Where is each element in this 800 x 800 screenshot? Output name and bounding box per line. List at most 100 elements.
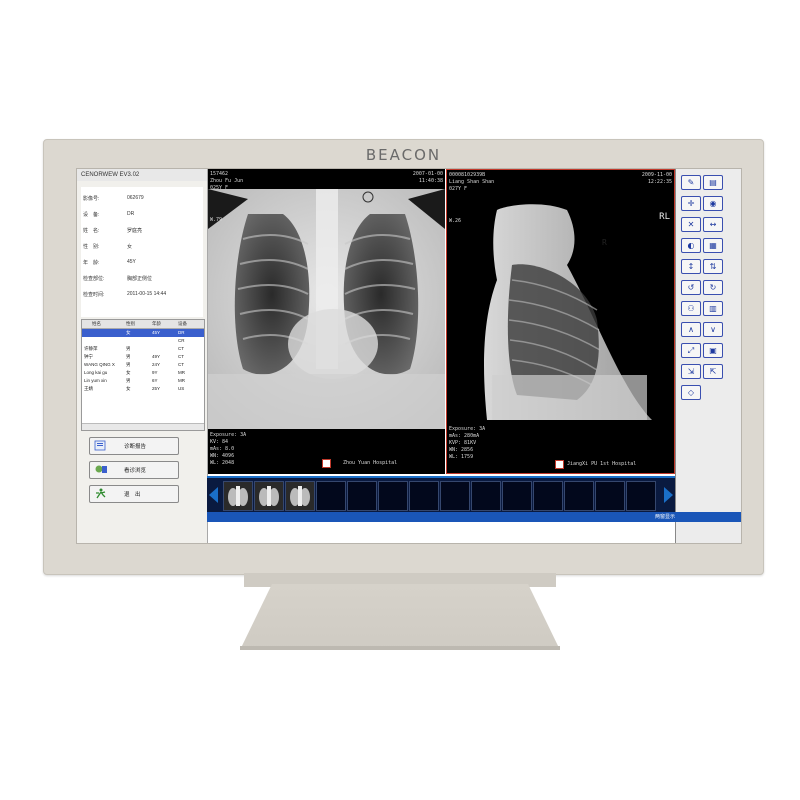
rotate-right-icon[interactable]: ↻ xyxy=(703,280,723,295)
export-icon[interactable]: ⇱ xyxy=(703,364,723,379)
thumbnail-empty[interactable] xyxy=(626,481,656,511)
thumbnail-empty[interactable] xyxy=(564,481,594,511)
table-cell: 男 xyxy=(126,354,131,359)
arrow-up-icon[interactable]: ∧ xyxy=(681,322,701,337)
list-scrollbar[interactable] xyxy=(82,423,204,430)
import-icon[interactable]: ⇲ xyxy=(681,364,701,379)
table-cell: CR xyxy=(178,338,185,343)
info-value: 2011-00-15 14:44 xyxy=(127,291,167,297)
thumbnail-empty[interactable] xyxy=(471,481,501,511)
viewer-lateral[interactable]: 00008102939B Liang Shan Shan 027Y F 2009… xyxy=(446,169,675,474)
exit-button[interactable]: 退 出 xyxy=(89,485,179,503)
table-cell: 男 xyxy=(126,362,131,367)
viewer2-kvp: KVP: 81KV xyxy=(449,440,477,446)
person-icon[interactable]: ⚇ xyxy=(681,301,701,316)
table-cell: Long kai gu xyxy=(84,370,108,375)
viewer1-marker-icon[interactable] xyxy=(322,459,331,468)
thumbnail-xray xyxy=(255,482,283,510)
thumbnail-empty[interactable] xyxy=(440,481,470,511)
col-name[interactable]: 姓名 xyxy=(92,321,101,327)
thumbnail[interactable] xyxy=(285,481,315,511)
strip-prev-icon[interactable] xyxy=(209,487,218,503)
table-row[interactable]: CR xyxy=(82,337,204,345)
monitor-bezel: BEACON CENORWEW ЕV3.02 影像号: 062679 设 备: DR 姓… xyxy=(43,139,764,575)
table-cell: 男 xyxy=(126,346,131,351)
crosshair-icon[interactable]: ✛ xyxy=(681,196,701,211)
viewer2-marker-icon[interactable] xyxy=(555,460,564,469)
status-bar: 两窗显示 xyxy=(207,512,741,522)
table-row[interactable]: 许静萍 男 CT xyxy=(82,345,204,353)
flip-vertical-icon[interactable]: ⇅ xyxy=(703,259,723,274)
annotation-icon[interactable]: ⤢ xyxy=(681,343,701,358)
table-cell: WANG QING X xyxy=(84,362,115,367)
save-icon[interactable]: ▤ xyxy=(703,175,723,190)
table-row[interactable]: 王婧 女 25Y US xyxy=(82,385,204,393)
magnify-icon[interactable]: ✕ xyxy=(681,217,701,232)
col-sex[interactable]: 性别 xyxy=(126,321,135,327)
viewer1-mas: mAs: 8.0 xyxy=(210,446,235,452)
viewer2-id: 00008102939B xyxy=(449,172,486,178)
report-icon[interactable]: ✎ xyxy=(681,175,701,190)
layout-status[interactable]: 两窗显示 xyxy=(655,513,675,520)
table-row[interactable]: 女 45Y DR xyxy=(82,329,204,337)
patient-info-row: 检查部位: 胸部正侧位 xyxy=(81,275,203,285)
thumbnail[interactable] xyxy=(254,481,284,511)
info-label: 姓 名: xyxy=(83,228,100,234)
print-icon[interactable]: ▣ xyxy=(703,343,723,358)
patient-info-row: 年 龄: 45Y xyxy=(81,259,203,269)
strip-next-icon[interactable] xyxy=(664,487,673,503)
table-cell: Lin yum xin xyxy=(84,378,107,383)
col-device[interactable]: 设备 xyxy=(178,321,187,327)
viewer2-name: Liang Shan Shan xyxy=(449,179,495,185)
thumbnail[interactable] xyxy=(223,481,253,511)
table-cell: 许静萍 xyxy=(84,346,98,351)
stand-base-edge xyxy=(240,646,560,650)
rotate-left-icon[interactable]: ↺ xyxy=(681,280,701,295)
table-row[interactable]: Lin yum xin 男 6Y MR xyxy=(82,377,204,385)
viewer-frontal[interactable]: 157462 Zhou Fu Jun 025Y F 2007-01-00 11:… xyxy=(208,169,445,474)
table-cell: 女 xyxy=(126,386,131,391)
table-cell: 女 xyxy=(126,370,131,375)
eraser-icon[interactable]: ◇ xyxy=(681,385,701,400)
contrast-icon[interactable]: ◐ xyxy=(681,238,701,253)
info-label: 检查部位: xyxy=(83,276,105,282)
viewer2-wn: WN: 2856 xyxy=(449,447,474,453)
thumbnail-empty[interactable] xyxy=(502,481,532,511)
layout-icon[interactable]: ▥ xyxy=(703,301,723,316)
viewer1-id: 157462 xyxy=(210,171,229,177)
grid-icon[interactable]: ▦ xyxy=(703,238,723,253)
thumbnail-empty[interactable] xyxy=(409,481,439,511)
col-age[interactable]: 年龄 xyxy=(152,321,161,327)
document-icon xyxy=(94,440,106,451)
thumbnail-xray xyxy=(224,482,252,510)
patient-list[interactable]: 姓名 性别 年龄 设备 女 45Y DR CR 许静萍男 CT 钟宁男 49Y CT WANG Q… xyxy=(81,319,205,431)
screen: CENORWEW ЕV3.02 影像号: 062679 设 备: DR 姓 名: 罗庭亮性… xyxy=(76,168,742,544)
table-row[interactable]: Long kai gu 女 9Y MR xyxy=(82,369,204,377)
thumbnail-empty[interactable] xyxy=(347,481,377,511)
info-value: 062679 xyxy=(127,195,144,201)
viewer-icon xyxy=(95,465,107,473)
stand-base xyxy=(240,584,560,650)
target-icon[interactable]: ◉ xyxy=(703,196,723,211)
viewer2-hospital: JiangXi PU 1st Hospital xyxy=(567,461,637,467)
view-report-button[interactable]: 看诊浏览 xyxy=(89,461,179,479)
thumbnail-empty[interactable] xyxy=(316,481,346,511)
table-cell: 49Y xyxy=(152,354,161,359)
table-row[interactable]: WANG QING X 男 24Y CT xyxy=(82,361,204,369)
table-cell: 9Y xyxy=(152,370,158,375)
table-cell: 男 xyxy=(126,378,131,383)
thumbnail-empty[interactable] xyxy=(533,481,563,511)
measure-icon[interactable]: ↔ xyxy=(703,217,723,232)
table-cell: MR xyxy=(178,378,185,383)
flip-horizontal-icon[interactable]: ↕ xyxy=(681,259,701,274)
print-report-button[interactable]: 诊断报告 xyxy=(89,437,179,455)
table-row[interactable]: 钟宁 男 49Y CT xyxy=(82,353,204,361)
table-cell: 45Y xyxy=(152,330,161,335)
arrow-down-icon[interactable]: ∨ xyxy=(703,322,723,337)
exit-label: 退 出 xyxy=(124,492,141,498)
viewer2-sex-age: 027Y F xyxy=(449,186,468,192)
thumbnail-empty[interactable] xyxy=(595,481,625,511)
viewer1-time: 11:40:38 xyxy=(418,178,443,184)
thumbnail-empty[interactable] xyxy=(378,481,408,511)
table-cell: CT xyxy=(178,346,184,351)
